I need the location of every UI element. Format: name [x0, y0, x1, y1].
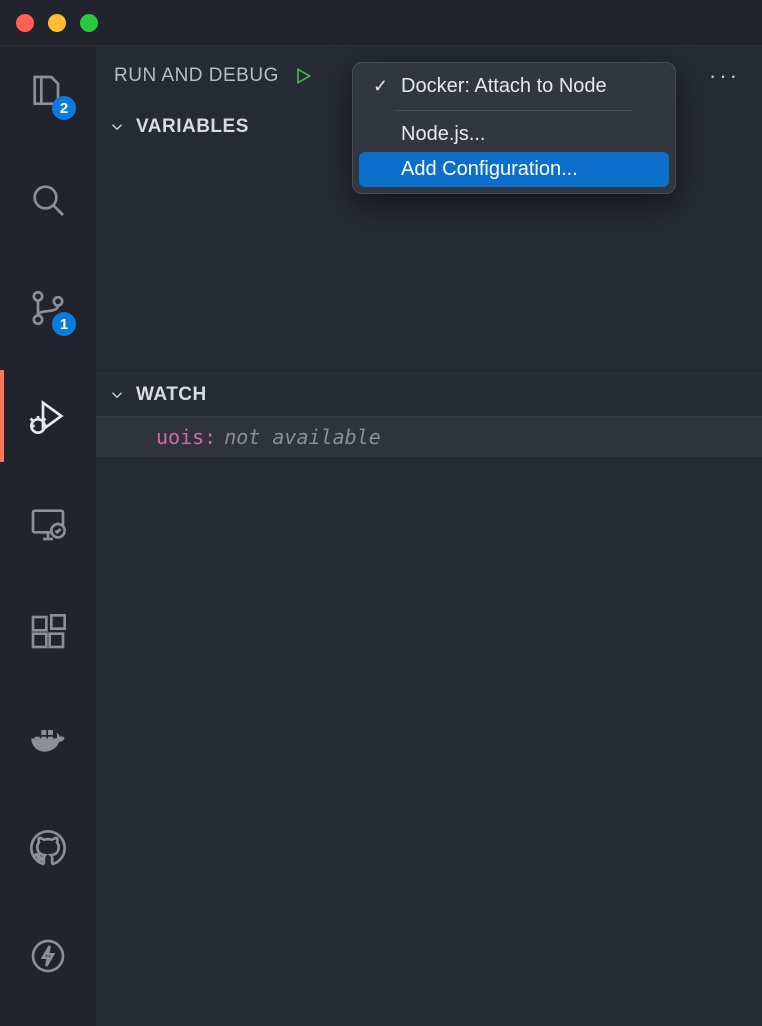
docker-tab[interactable]	[24, 716, 72, 764]
config-option-nodejs[interactable]: Node.js...	[359, 117, 669, 152]
play-icon	[293, 66, 313, 86]
chevron-down-icon	[108, 118, 126, 136]
remote-icon	[28, 504, 68, 544]
activity-bar: 2 1	[0, 46, 96, 1026]
thunder-tab[interactable]	[24, 932, 72, 980]
watch-section: WATCH uois: not available	[96, 374, 762, 457]
github-icon	[28, 828, 68, 868]
source-control-tab[interactable]: 1	[24, 284, 72, 332]
search-icon	[28, 180, 68, 220]
watch-value: not available	[224, 425, 381, 449]
configuration-dropdown: Docker: Attach to Node Node.js... Add Co…	[352, 62, 676, 194]
watch-title: WATCH	[136, 384, 207, 406]
close-window-button[interactable]	[16, 14, 34, 32]
start-debug-button[interactable]	[293, 66, 313, 86]
extensions-tab[interactable]	[24, 608, 72, 656]
explorer-badge: 2	[52, 96, 76, 120]
panel-title: RUN AND DEBUG	[114, 65, 279, 87]
bolt-icon	[28, 936, 68, 976]
window-titlebar	[0, 0, 762, 46]
watch-item[interactable]: uois: not available	[96, 416, 762, 457]
variables-title: VARIABLES	[136, 116, 249, 138]
watch-section-header[interactable]: WATCH	[96, 374, 762, 416]
config-label: Node.js...	[401, 123, 485, 146]
minimize-window-button[interactable]	[48, 14, 66, 32]
remote-explorer-tab[interactable]	[24, 500, 72, 548]
debug-icon	[28, 396, 68, 436]
watch-expression: uois:	[156, 425, 216, 449]
search-tab[interactable]	[24, 176, 72, 224]
config-label: Add Configuration...	[401, 158, 578, 181]
extensions-icon	[28, 612, 68, 652]
dropdown-separator	[395, 110, 633, 111]
chevron-down-icon	[108, 386, 126, 404]
scm-badge: 1	[52, 312, 76, 336]
docker-icon	[28, 720, 68, 760]
more-actions-button[interactable]: ···	[709, 63, 740, 89]
maximize-window-button[interactable]	[80, 14, 98, 32]
config-option-docker-attach[interactable]: Docker: Attach to Node	[359, 69, 669, 104]
run-debug-tab[interactable]	[24, 392, 72, 440]
github-tab[interactable]	[24, 824, 72, 872]
config-label: Docker: Attach to Node	[401, 75, 607, 98]
explorer-tab[interactable]: 2	[24, 68, 72, 116]
add-configuration-button[interactable]: Add Configuration...	[359, 152, 669, 187]
